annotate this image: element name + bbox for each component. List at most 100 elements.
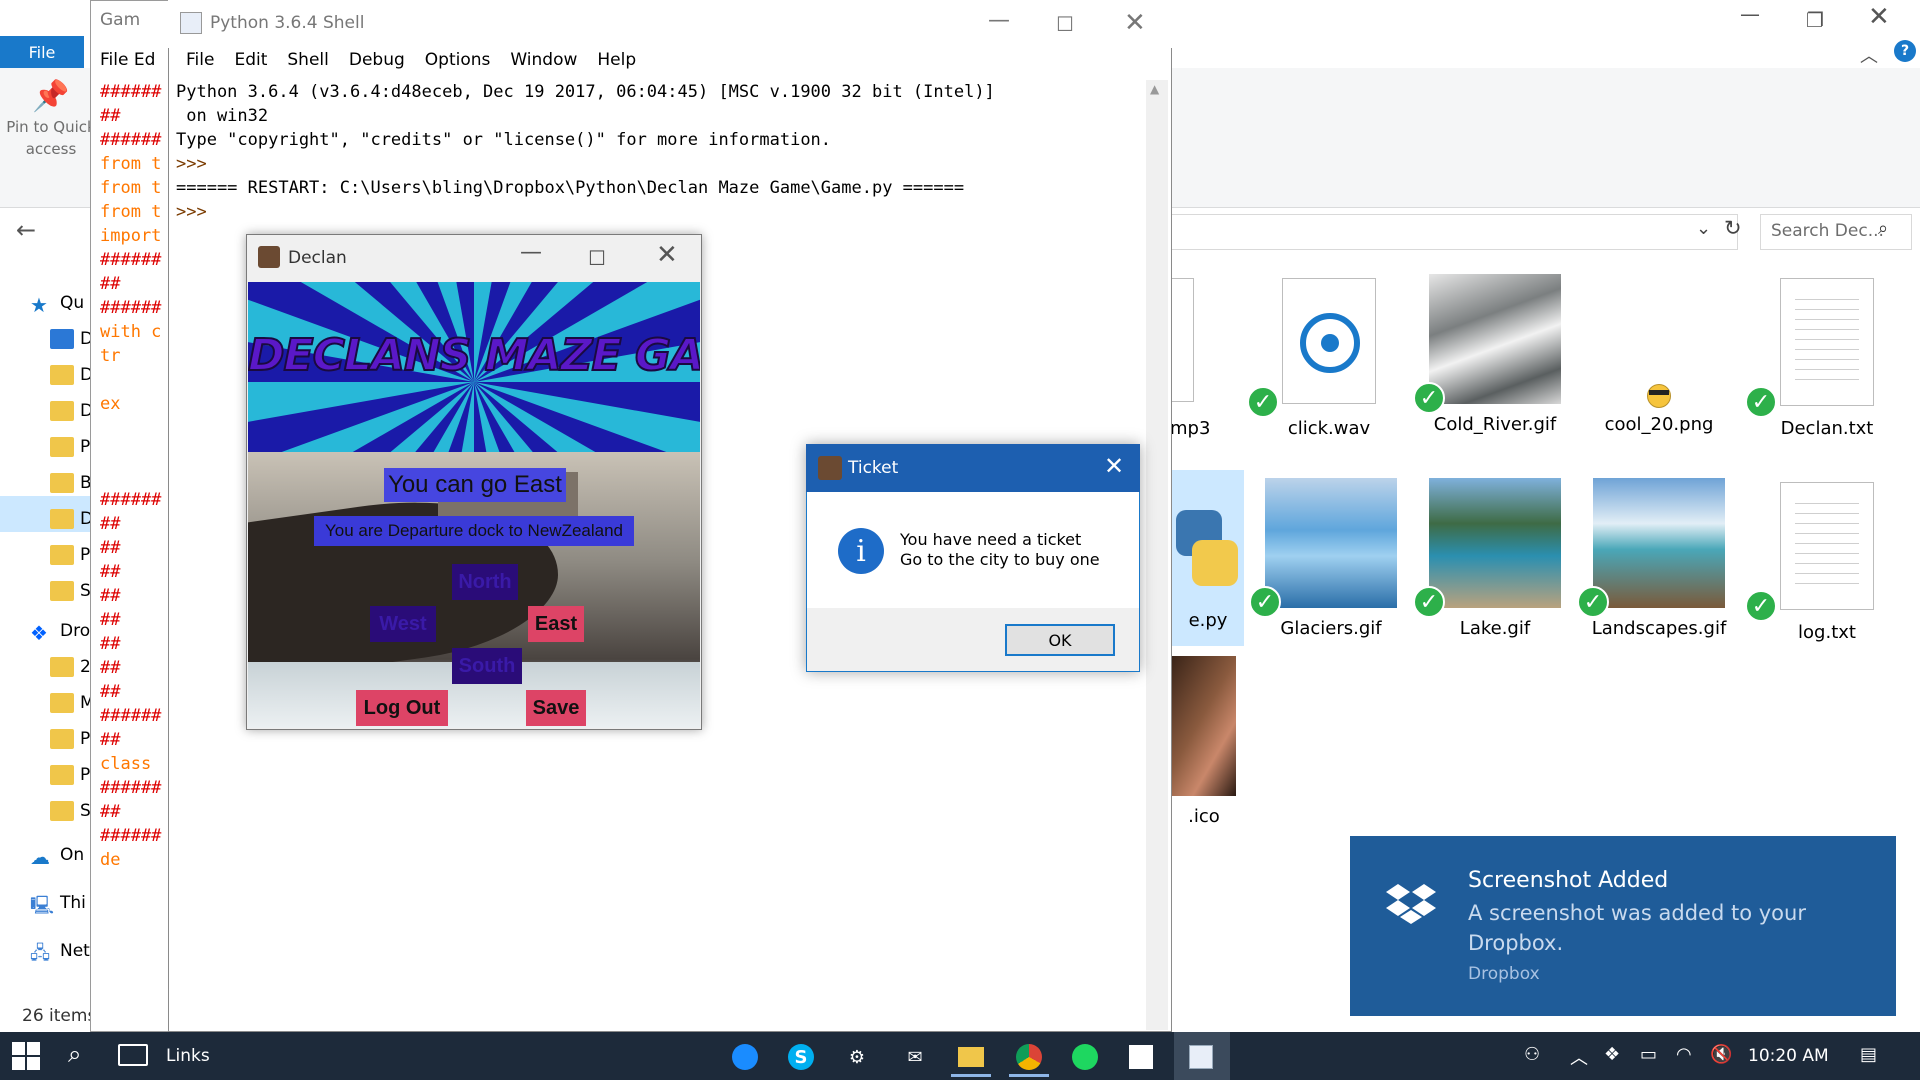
nav-item-dropbox[interactable]: ❖ Dro xyxy=(30,616,90,646)
code-line: ###### xyxy=(100,82,162,102)
volume-muted-icon[interactable]: 🔇 xyxy=(1710,1044,1732,1065)
nav-item-pictures[interactable]: Pi xyxy=(50,432,95,462)
menu-options[interactable]: Options xyxy=(415,48,501,78)
taskbar-clock[interactable]: 10:20 AM xyxy=(1748,1046,1829,1066)
idle-editor-menu[interactable]: File Ed xyxy=(100,50,155,70)
info-icon: i xyxy=(838,528,884,574)
nav-item-pi[interactable]: Pi xyxy=(50,540,95,570)
idle-icon[interactable] xyxy=(1184,1040,1218,1074)
explorer-restore-button[interactable]: ❐ xyxy=(1806,8,1824,32)
nav-item-onedrive[interactable]: ☁ On xyxy=(30,840,84,870)
menu-file[interactable]: File xyxy=(176,48,224,78)
folder-icon xyxy=(50,473,74,493)
ticket-message-line: You have need a ticket xyxy=(900,530,1082,549)
explorer-file-tab[interactable]: File xyxy=(0,36,84,68)
file-tile-log-txt[interactable]: ✓ log.txt xyxy=(1745,482,1902,643)
address-dropdown-chevron-icon[interactable]: ⌄ xyxy=(1696,218,1711,239)
skype-icon[interactable]: S xyxy=(784,1040,818,1074)
spotify-icon[interactable] xyxy=(1068,1040,1102,1074)
ribbon-collapse-chevron-icon[interactable]: ︿ xyxy=(1860,42,1878,68)
action-center-icon[interactable]: ▤ xyxy=(1860,1044,1877,1065)
nav-item-quick-access[interactable]: ★ Qu xyxy=(30,288,84,318)
nav-item-desktop[interactable]: D xyxy=(50,324,93,354)
nav-item-pl[interactable]: Pl xyxy=(50,724,95,754)
shell-maximize-button[interactable]: ☐ xyxy=(1056,12,1074,36)
explorer-nav-pane: ★Qu D D D Pi Bi D Pi Sc ❖Dro 20 M Pl Py … xyxy=(0,280,102,1000)
ticket-close-button[interactable]: ✕ xyxy=(1104,452,1124,480)
logout-button[interactable]: Log Out xyxy=(356,690,448,726)
west-button[interactable]: West xyxy=(370,606,436,642)
pin-to-quick-access-button[interactable]: 📌 Pin to Quick access xyxy=(6,82,96,160)
battery-icon[interactable]: ▭ xyxy=(1640,1044,1657,1065)
back-arrow-icon[interactable]: ← xyxy=(16,216,36,244)
windows-start-icon[interactable] xyxy=(12,1042,40,1070)
menu-edit[interactable]: Edit xyxy=(224,48,277,78)
toast-title: Screenshot Added xyxy=(1468,868,1669,893)
file-tile-cold-river[interactable]: ✓ Cold_River.gif xyxy=(1413,274,1570,435)
file-tile-ico[interactable]: .ico xyxy=(1172,656,1236,827)
address-bar[interactable] xyxy=(1168,214,1738,250)
file-tile-landscapes[interactable]: ✓ Landscapes.gif xyxy=(1577,478,1734,639)
ok-button[interactable]: OK xyxy=(1005,624,1115,656)
menu-help[interactable]: Help xyxy=(587,48,646,78)
south-button[interactable]: South xyxy=(452,648,522,684)
text-page xyxy=(1780,482,1874,610)
star-icon: ★ xyxy=(30,293,48,317)
declan-minimize-button[interactable]: — xyxy=(520,240,542,265)
code-line: from t xyxy=(100,178,162,198)
people-icon[interactable]: ⚇ xyxy=(1524,1044,1540,1065)
nav-item-declan[interactable]: D xyxy=(50,504,93,534)
declan-maximize-button[interactable]: ☐ xyxy=(588,246,606,270)
task-view-icon[interactable] xyxy=(118,1044,148,1066)
menu-debug[interactable]: Debug xyxy=(339,48,415,78)
status-item-count: 26 items xyxy=(22,1006,97,1026)
file-tile-click-wav[interactable]: ✓ click.wav xyxy=(1247,278,1404,439)
shell-scrollbar[interactable] xyxy=(1146,80,1168,1030)
east-button[interactable]: East xyxy=(528,606,584,642)
nav-item-m[interactable]: M xyxy=(50,688,95,718)
tray-dropbox-icon[interactable]: ❖ xyxy=(1604,1044,1620,1065)
code-line: class xyxy=(100,754,152,774)
sync-check-icon: ✓ xyxy=(1413,586,1445,618)
file-tile-glaciers[interactable]: ✓ Glaciers.gif xyxy=(1249,478,1406,639)
file-tile-declan-txt[interactable]: ✓ Declan.txt xyxy=(1745,278,1902,439)
help-icon[interactable]: ? xyxy=(1894,40,1916,62)
steam-icon[interactable]: ⚙ xyxy=(840,1040,874,1074)
refresh-icon[interactable]: ↻ xyxy=(1724,216,1742,240)
menu-window[interactable]: Window xyxy=(500,48,587,78)
explorer-search-input[interactable]: Search Dec... xyxy=(1760,214,1912,250)
menu-shell[interactable]: Shell xyxy=(277,48,338,78)
nav-item-documents[interactable]: D xyxy=(50,396,93,426)
code-line: de xyxy=(100,850,121,870)
wifi-icon[interactable]: ◠ xyxy=(1676,1044,1692,1065)
file-tile-py[interactable]: e.py xyxy=(1172,470,1244,646)
declan-close-button[interactable]: ✕ xyxy=(656,240,678,270)
file-tile-lake[interactable]: ✓ Lake.gif xyxy=(1413,478,1570,639)
code-line: ###### xyxy=(100,298,162,318)
north-button[interactable]: North xyxy=(452,564,518,600)
audio-page xyxy=(1282,278,1376,404)
explorer-minimize-button[interactable]: — xyxy=(1740,2,1760,26)
tray-overflow-chevron-icon[interactable]: ︿ xyxy=(1570,1044,1588,1070)
waterfall-thumbnail: ✓ xyxy=(1577,478,1725,618)
messenger-icon[interactable] xyxy=(728,1040,762,1074)
nav-item-this-pc[interactable]: 🖳 Thi xyxy=(30,888,86,918)
store-icon[interactable] xyxy=(1124,1040,1158,1074)
explorer-close-button[interactable]: ✕ xyxy=(1868,2,1890,32)
file-explorer-icon[interactable] xyxy=(954,1040,988,1074)
links-toolbar[interactable]: Links xyxy=(166,1046,210,1066)
folder-icon xyxy=(50,329,74,349)
nav-item-network[interactable]: 🖧 Net xyxy=(30,936,90,966)
code-line: ## xyxy=(100,610,121,630)
chrome-icon[interactable] xyxy=(1012,1040,1046,1074)
nav-item-downloads[interactable]: D xyxy=(50,360,93,390)
save-button[interactable]: Save xyxy=(526,690,586,726)
chrome-running-indicator xyxy=(1009,1074,1049,1077)
shell-minimize-button[interactable]: — xyxy=(988,8,1010,33)
taskbar-search-icon[interactable]: ⌕ xyxy=(68,1040,81,1068)
mail-icon[interactable]: ✉ xyxy=(898,1040,932,1074)
shell-close-button[interactable]: ✕ xyxy=(1124,8,1146,38)
code-line: ## xyxy=(100,586,121,606)
file-tile-cool-20[interactable]: cool_20.png xyxy=(1584,274,1734,435)
scroll-up-arrow-icon[interactable]: ▲ xyxy=(1150,82,1159,96)
